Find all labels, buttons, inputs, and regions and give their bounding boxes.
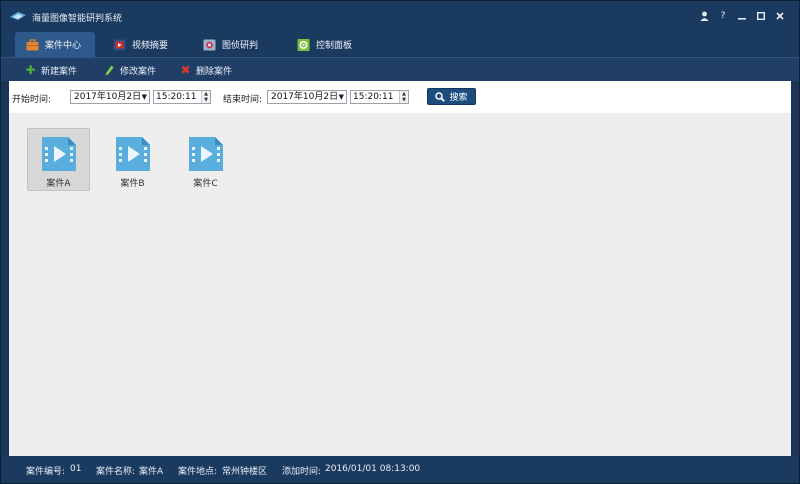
briefcase-icon [26,38,39,50]
tab-label: 控制面板 [316,41,353,51]
end-time-input[interactable]: 15:20:11 ▲ ▼ [350,90,409,104]
dropdown-arrow-icon[interactable]: ▼ [142,91,147,103]
case-place-label: 案件地点: [178,467,218,477]
user-icon[interactable] [699,10,709,22]
search-label: 搜索 [449,93,468,103]
camera-icon [203,39,216,50]
maximize-icon[interactable] [756,10,766,22]
window-title: 海量图像智能研判系统 [32,14,123,24]
tab-control-panel[interactable]: 控制面板 [297,32,352,57]
delete-case-label: 删除案件 [196,67,233,77]
start-time-input[interactable]: 15:20:11 ▲ ▼ [153,90,211,104]
new-case-button[interactable]: ✚ 新建案件 [25,64,77,77]
pencil-icon [104,65,115,77]
toolbar: ✚ 新建案件 修改案件 ✖ 删除案件 [1,57,799,81]
tab-label: 案件中心 [45,41,82,51]
case-name-value: 案件A [139,467,164,477]
video-file-icon [188,137,223,171]
close-icon[interactable] [775,10,785,22]
case-item-a[interactable]: 案件A [27,128,90,191]
end-date-value: 2017年10月2日 [271,92,339,102]
title-bar: 海量图像智能研判系统 ? [1,1,799,32]
case-label: 案件C [193,179,218,189]
case-place-value: 常州钟楼区 [222,467,268,477]
case-item-b[interactable]: 案件B [101,128,164,191]
start-date-value: 2017年10月2日 [74,92,142,102]
delete-x-icon: ✖ [180,63,191,77]
added-time-value: 2016/01/01 08:13:00 [325,464,421,474]
new-case-label: 新建案件 [41,67,78,77]
time-spinner-icon[interactable]: ▲ ▼ [201,91,210,103]
search-icon [435,91,446,102]
end-time-label: 结束时间: [223,95,263,105]
gear-icon [297,38,310,51]
tab-case-center[interactable]: 案件中心 [15,32,95,57]
time-filter-bar: 开始时间: 2017年10月2日 ▼ 15:20:11 ▲ ▼ 结束时间: 201… [9,81,791,113]
tab-image-investigation[interactable]: 图侦研判 [203,32,258,57]
case-list: 案件A 案件B 案件C [9,113,791,456]
end-date-picker[interactable]: 2017年10月2日 ▼ [267,90,347,104]
end-time-value: 15:20:11 [353,92,394,102]
main-tabs: 案件中心 视频摘要 图侦研判 控制面板 [1,32,799,57]
tab-label: 视频摘要 [132,41,169,51]
video-file-icon [41,137,76,171]
case-number-label: 案件编号: [26,467,66,477]
video-file-icon [115,137,150,171]
plus-icon: ✚ [25,63,36,77]
tab-label: 图侦研判 [222,41,259,51]
case-item-c[interactable]: 案件C [174,128,237,191]
start-date-picker[interactable]: 2017年10月2日 ▼ [70,90,150,104]
tab-video-summary[interactable]: 视频摘要 [113,32,168,57]
app-window: 海量图像智能研判系统 ? 案件中心 视频摘要 图侦研判 控制面板 ✚ 新建案件 … [0,0,800,484]
case-number-value: 01 [70,464,82,474]
search-button[interactable]: 搜索 [427,88,476,105]
case-label: 案件B [120,179,145,189]
case-label: 案件A [46,179,71,189]
video-icon [113,39,126,50]
case-name-label: 案件名称: [96,467,136,477]
edit-case-button[interactable]: 修改案件 [104,64,156,77]
start-time-label: 开始时间: [12,95,52,105]
minimize-icon[interactable] [737,10,747,22]
time-spinner-icon[interactable]: ▲ ▼ [399,91,408,103]
help-icon[interactable]: ? [718,10,728,22]
edit-case-label: 修改案件 [120,67,157,77]
dropdown-arrow-icon[interactable]: ▼ [339,91,344,103]
delete-case-button[interactable]: ✖ 删除案件 [180,64,232,77]
start-time-value: 15:20:11 [156,92,197,102]
app-logo-icon [10,12,26,20]
status-bar: 案件编号: 01 案件名称: 案件A 案件地点: 常州钟楼区 添加时间: 201… [1,456,799,483]
added-time-label: 添加时间: [282,467,322,477]
